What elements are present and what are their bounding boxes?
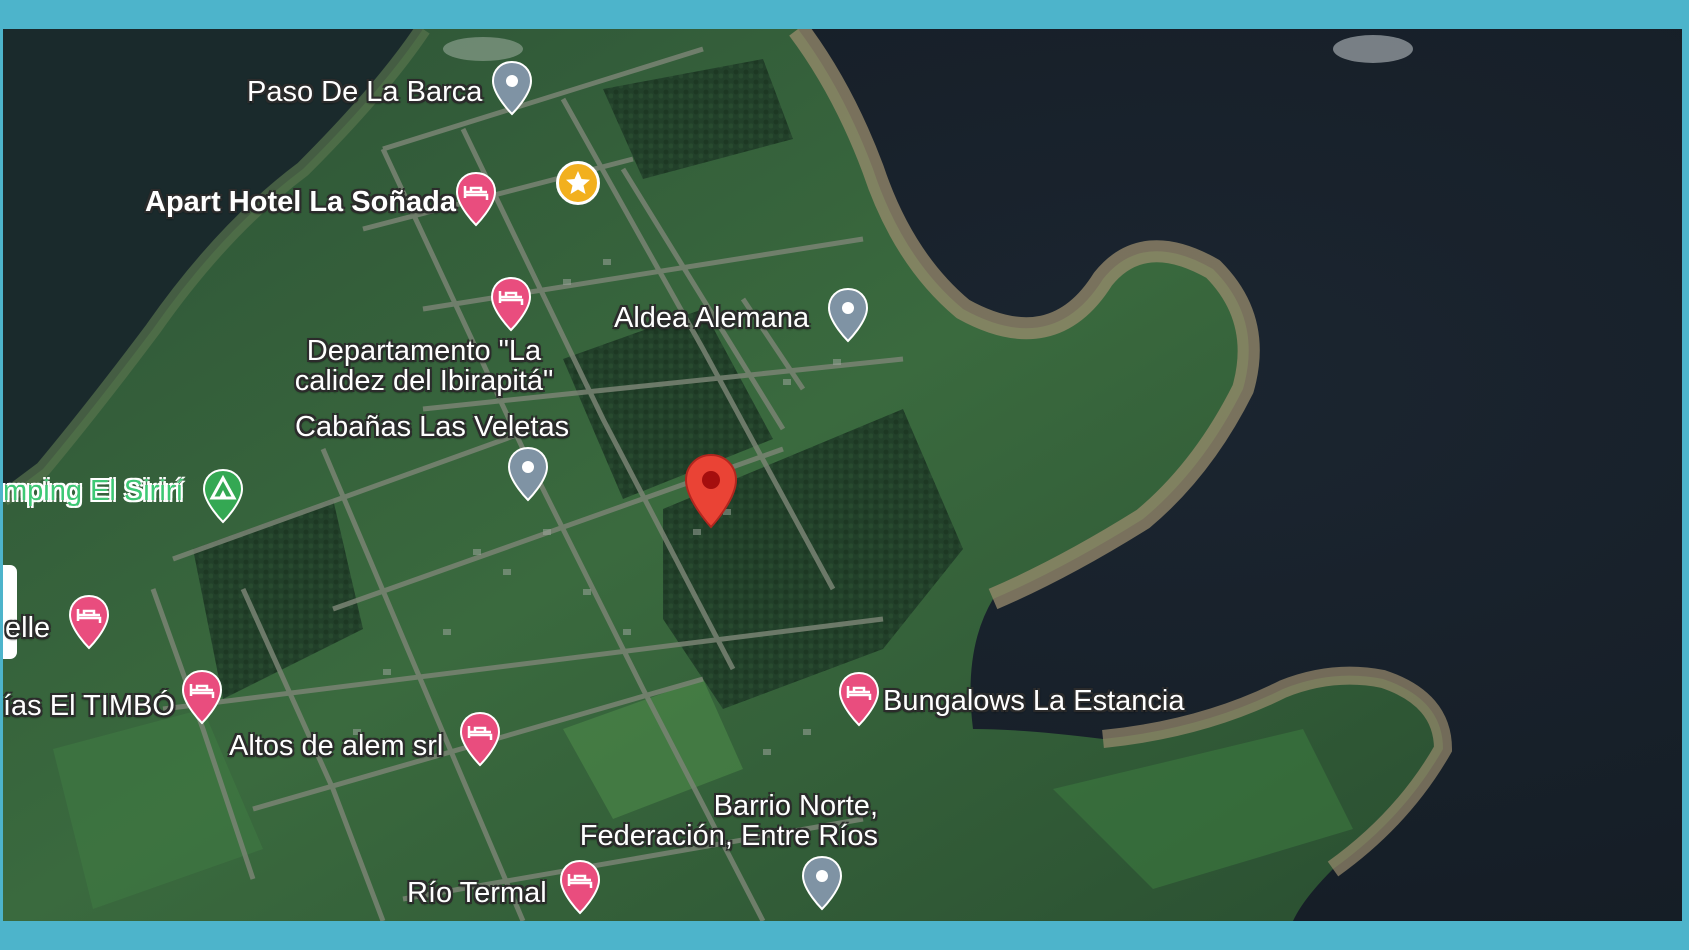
- location-pin-icon: [801, 855, 843, 911]
- tent-pin-icon: [202, 468, 244, 524]
- satellite-map[interactable]: Paso De La Barca Apart Hotel La Soñada D…: [3, 29, 1682, 921]
- label-departamento[interactable]: Departamento "La calidez del Ibirapitá": [279, 336, 569, 396]
- label-camping[interactable]: mping El Sirirí: [3, 476, 184, 506]
- selected-location-marker[interactable]: [683, 453, 739, 529]
- bungalows-pin[interactable]: [837, 671, 881, 727]
- bed-pin-icon: [559, 859, 601, 915]
- label-timbo[interactable]: ías El TIMBÓ: [3, 691, 175, 721]
- label-apart-hotel[interactable]: Apart Hotel La Soñada: [145, 187, 456, 217]
- rio-termal-pin[interactable]: [558, 859, 602, 915]
- apart-hotel-pin[interactable]: [454, 171, 498, 227]
- red-marker-icon: [684, 453, 738, 529]
- bed-pin-icon: [838, 671, 880, 727]
- bed-pin-icon: [490, 276, 532, 332]
- altos-pin[interactable]: [458, 711, 502, 767]
- satellite-imagery[interactable]: [3, 29, 1682, 921]
- label-elle[interactable]: elle: [5, 613, 50, 643]
- elle-pin[interactable]: [67, 594, 111, 650]
- bed-pin-icon: [68, 594, 110, 650]
- bed-pin-icon: [455, 171, 497, 227]
- cloud: [1333, 35, 1413, 63]
- location-pin-icon: [507, 446, 549, 502]
- label-bungalows[interactable]: Bungalows La Estancia: [883, 686, 1184, 716]
- departamento-pin[interactable]: [489, 276, 533, 332]
- label-aldea[interactable]: Aldea Alemana: [614, 303, 809, 333]
- location-pin-icon: [491, 60, 533, 116]
- star-pin-icon[interactable]: [556, 161, 600, 205]
- label-barrio[interactable]: Barrio Norte, Federación, Entre Ríos: [558, 791, 878, 851]
- barrio-pin[interactable]: [800, 855, 844, 911]
- paso-barca-pin[interactable]: [490, 60, 534, 116]
- label-rio-termal[interactable]: Río Termal: [407, 878, 547, 908]
- location-pin-icon: [827, 287, 869, 343]
- label-cabanas[interactable]: Cabañas Las Veletas: [295, 412, 569, 442]
- timbo-pin[interactable]: [180, 669, 224, 725]
- label-altos[interactable]: Altos de alem srl: [229, 731, 443, 761]
- cloud: [443, 37, 523, 61]
- label-paso-barca[interactable]: Paso De La Barca: [247, 77, 482, 107]
- cabanas-pin[interactable]: [506, 446, 550, 502]
- camping-pin[interactable]: [201, 468, 245, 524]
- bed-pin-icon: [181, 669, 223, 725]
- aldea-pin[interactable]: [826, 287, 870, 343]
- bed-pin-icon: [459, 711, 501, 767]
